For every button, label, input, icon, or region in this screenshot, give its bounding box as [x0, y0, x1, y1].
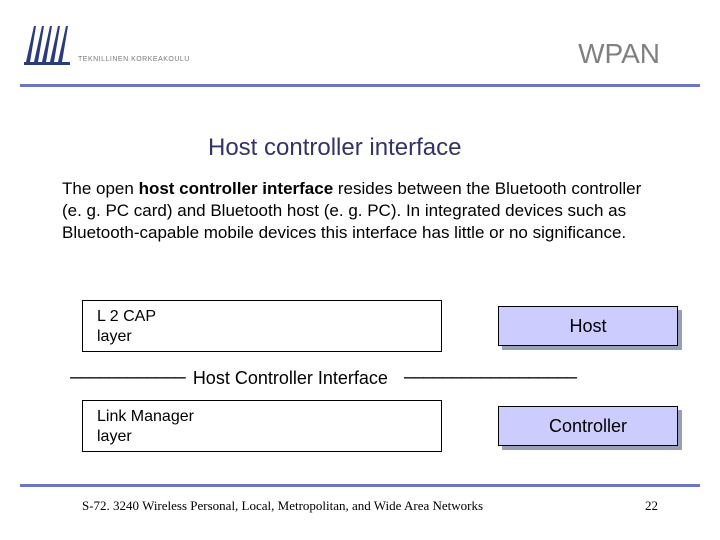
l2cap-label-line2: layer — [97, 327, 427, 347]
header-divider — [20, 84, 700, 87]
slide-header: TEKNILLINEN KORKEAKOULU WPAN — [0, 0, 720, 90]
host-box-front: Host — [498, 306, 678, 346]
institution-name: TEKNILLINEN KORKEAKOULU — [78, 56, 190, 63]
slide: TEKNILLINEN KORKEAKOULU WPAN Host contro… — [0, 0, 720, 540]
hci-label: Host Controller Interface — [185, 368, 396, 389]
dash-right: –––––––––––––––––– — [396, 367, 576, 389]
body-pre: The open — [62, 179, 139, 198]
dash-left: –––––––––––– — [68, 367, 185, 389]
linkmgr-label-line2: layer — [97, 427, 427, 447]
link-manager-box: Link Manager layer — [82, 400, 442, 452]
footer-text: S-72. 3240 Wireless Personal, Local, Met… — [82, 498, 483, 514]
controller-box-front: Controller — [498, 406, 678, 446]
controller-box: Controller — [498, 406, 678, 446]
linkmgr-label-line1: Link Manager — [97, 407, 427, 427]
host-box: Host — [498, 306, 678, 346]
body-bold: host controller interface — [139, 179, 334, 198]
slide-title: Host controller interface — [208, 134, 461, 162]
institution-logo — [22, 18, 72, 68]
host-label: Host — [569, 316, 606, 337]
body-paragraph: The open host controller interface resid… — [62, 178, 662, 244]
l2cap-label-line1: L 2 CAP — [97, 307, 427, 327]
hci-divider-row: –––––––––––– Host Controller Interface –… — [68, 366, 708, 390]
l2cap-box: L 2 CAP layer — [82, 300, 442, 352]
page-number: 22 — [645, 498, 658, 514]
controller-label: Controller — [549, 416, 627, 437]
footer-divider — [20, 484, 700, 487]
header-wpan-label: WPAN — [578, 38, 660, 70]
